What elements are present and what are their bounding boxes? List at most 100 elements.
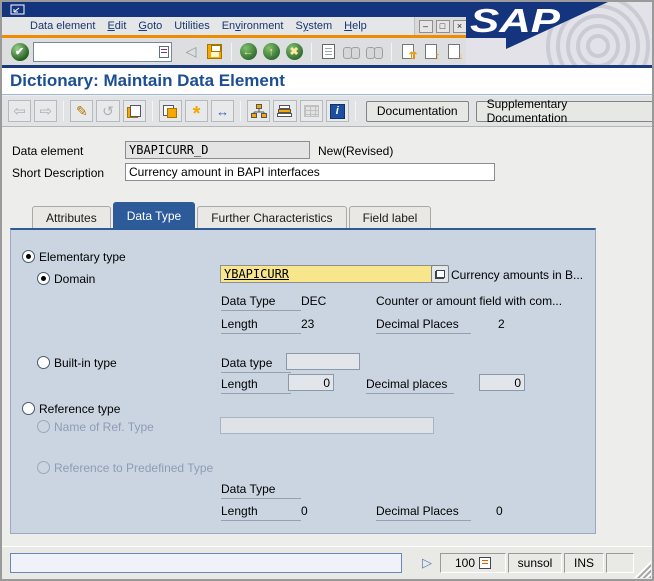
close-button[interactable]: ×: [452, 19, 467, 33]
check-arrows-icon: ↔: [216, 103, 230, 119]
short-description-field[interactable]: Currency amount in BAPI interfaces: [125, 163, 495, 181]
toolbar-separator: [63, 101, 65, 121]
refresh-icon: ↺: [102, 102, 114, 119]
command-field-wrap: [33, 41, 172, 62]
resize-grip[interactable]: [634, 561, 651, 578]
pencil-icon: ✎: [76, 102, 88, 119]
copy-button[interactable]: [122, 100, 146, 122]
menu-goto[interactable]: Goto: [132, 20, 168, 32]
data-element-field[interactable]: YBAPICURR_D: [125, 141, 310, 159]
builtin-data-type-field: [286, 353, 360, 370]
supplementary-documentation-button[interactable]: Supplementary Documentation: [475, 97, 652, 125]
collapse-toolbar-button[interactable]: ◁: [182, 41, 201, 63]
enter-check-icon: ✔: [10, 42, 29, 61]
previous-object-button[interactable]: ⇦: [8, 100, 32, 122]
page-up-icon: ↑: [425, 44, 440, 62]
find-next-icon: [365, 46, 383, 59]
length-value: 23: [301, 317, 315, 331]
print-button[interactable]: [319, 41, 338, 63]
data-type-description: Counter or amount field with com...: [376, 294, 563, 308]
elementary-type-radio[interactable]: [22, 250, 35, 263]
next-object-button[interactable]: ⇨: [34, 100, 58, 122]
tab-further-characteristics[interactable]: Further Characteristics: [197, 206, 347, 228]
toolbar-separator: [390, 42, 392, 61]
ref-predefined-radio: [37, 461, 50, 474]
copy-icon: [127, 104, 142, 118]
length-label: Length: [221, 317, 301, 334]
stack-button[interactable]: [273, 100, 297, 122]
refresh-button[interactable]: ↺: [96, 100, 120, 122]
back-button[interactable]: ←: [239, 41, 258, 63]
table-display-button[interactable]: [299, 100, 323, 122]
builtin-data-type-label: Data type: [221, 356, 291, 373]
insert-mode-cell[interactable]: INS: [564, 553, 604, 573]
ref-name-radio: [37, 420, 50, 433]
command-field[interactable]: [33, 41, 172, 62]
tab-field-label[interactable]: Field label: [348, 206, 432, 228]
page-up-button[interactable]: ↑: [422, 41, 441, 63]
window-controls: – □ ×: [414, 17, 470, 35]
ref-name-field: [220, 417, 434, 434]
domain-radio[interactable]: [37, 272, 50, 285]
page-title: Dictionary: Maintain Data Element: [10, 71, 285, 90]
find-next-button[interactable]: [365, 41, 384, 63]
status-message-field[interactable]: [10, 553, 402, 573]
ref-decimals-label: Decimal Places: [376, 504, 471, 521]
elementary-type-label: Elementary type: [39, 250, 126, 264]
status-expand-icon[interactable]: ▷: [422, 555, 432, 571]
ref-data-type-label: Data Type: [221, 482, 301, 499]
tab-strip: Attributes Data Type Further Characteris…: [32, 202, 433, 228]
find-binoculars-icon: [342, 46, 360, 59]
session-number-cell[interactable]: 100: [440, 553, 506, 573]
display-change-button[interactable]: ✎: [70, 100, 94, 122]
menu-bar: Data element Edit Goto Utilities Environ…: [2, 17, 472, 35]
ref-predefined-label: Reference to Predefined Type: [54, 461, 214, 475]
tab-data-type[interactable]: Data Type: [112, 202, 196, 228]
builtin-decimals-label: Decimal places: [366, 377, 454, 394]
menu-utilities[interactable]: Utilities: [168, 20, 215, 32]
domain-label: Domain: [54, 272, 96, 286]
menu-edit[interactable]: Edit: [101, 20, 132, 32]
built-in-type-radio[interactable]: [37, 356, 50, 369]
system-name-cell[interactable]: sunsol: [508, 553, 562, 573]
where-used-button[interactable]: [158, 100, 182, 122]
domain-matchcode-button[interactable]: [431, 265, 449, 283]
menu-help[interactable]: Help: [338, 20, 373, 32]
save-floppy-icon: [206, 44, 222, 59]
toolbar-separator: [354, 101, 356, 121]
reference-type-radio[interactable]: [22, 402, 35, 415]
minimize-button[interactable]: –: [418, 19, 433, 33]
previous-arrow-icon: ⇦: [13, 103, 26, 120]
documentation-button[interactable]: Documentation: [365, 100, 469, 122]
check-button[interactable]: ↔: [211, 100, 235, 122]
decimal-places-label: Decimal Places: [376, 317, 471, 334]
activate-button[interactable]: *: [184, 100, 209, 124]
find-button[interactable]: [342, 41, 361, 63]
menu-environment[interactable]: Environment: [216, 20, 290, 32]
system-menu-icon[interactable]: [10, 4, 26, 16]
save-button[interactable]: [205, 41, 224, 63]
toolbar-separator: [230, 42, 232, 61]
menu-system[interactable]: System: [289, 20, 338, 32]
hierarchy-button[interactable]: [247, 100, 271, 122]
domain-short-text: Currency amounts in B...: [451, 268, 584, 282]
server-list-icon: [479, 557, 492, 569]
page-down-button[interactable]: ↓: [445, 41, 464, 63]
domain-field[interactable]: [220, 265, 436, 283]
enter-button[interactable]: ✔: [10, 41, 29, 63]
ref-length-label: Length: [221, 504, 301, 521]
toolbar-separator: [310, 42, 312, 61]
where-used-icon: [163, 104, 178, 118]
info-button[interactable]: i: [325, 100, 349, 122]
builtin-length-field: 0: [288, 374, 334, 391]
first-page-button[interactable]: ⇈: [399, 41, 418, 63]
command-history-icon[interactable]: [158, 45, 169, 58]
application-toolbar: ⇦ ⇨ ✎ ↺ * ↔ i Documentation Supplementar…: [2, 96, 652, 127]
tab-attributes[interactable]: Attributes: [32, 206, 111, 228]
maximize-button[interactable]: □: [435, 19, 450, 33]
menu-data-element[interactable]: Data element: [24, 20, 101, 32]
stack-icon: [276, 105, 292, 117]
cancel-button[interactable]: ✖: [285, 41, 304, 63]
exit-button[interactable]: ↑: [262, 41, 281, 63]
collapse-arrow-icon: ◁: [185, 43, 197, 59]
